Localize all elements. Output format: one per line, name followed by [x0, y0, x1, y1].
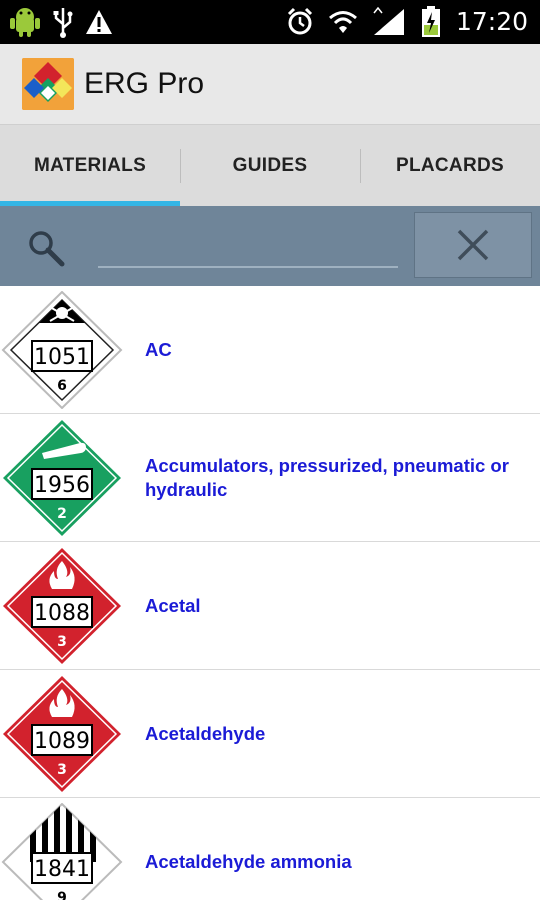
materials-list: 1051 6 AC 1956 2 Accumulators, pressuriz… — [0, 286, 540, 900]
material-name[interactable]: Acetal — [145, 542, 520, 669]
placard-class: 2 — [57, 506, 67, 522]
status-left-icons — [8, 6, 114, 38]
placard-class: 9 — [57, 890, 67, 900]
list-item[interactable]: 1089 3 Acetaldehyde — [0, 670, 540, 798]
list-item[interactable]: 1956 2 Accumulators, pressurized, pneuma… — [0, 414, 540, 542]
action-bar: ERG Pro — [0, 44, 540, 124]
tab-bar: MATERIALS GUIDES PLACARDS — [0, 124, 540, 207]
material-name[interactable]: Acetaldehyde — [145, 670, 520, 797]
material-name[interactable]: Accumulators, pressurized, pneumatic or … — [145, 414, 520, 541]
flame-icon: 1089 3 — [3, 676, 121, 792]
material-name[interactable]: Acetaldehyde ammonia — [145, 798, 520, 900]
tab-materials[interactable]: MATERIALS — [0, 125, 180, 207]
placard-class: 6 — [57, 378, 67, 394]
placard-number: 1088 — [34, 601, 90, 626]
search-input[interactable] — [98, 228, 398, 268]
usb-icon — [53, 8, 73, 38]
list-item[interactable]: 1841 9 Acetaldehyde ammonia — [0, 798, 540, 900]
search-icon — [29, 231, 65, 267]
skull-crossbones-icon: 1051 6 — [1, 291, 123, 409]
tab-placards[interactable]: PLACARDS — [360, 125, 540, 207]
alarm-icon — [287, 7, 313, 35]
placard-number: 1051 — [34, 345, 90, 370]
placard-class: 3 — [57, 634, 67, 650]
placard-number: 1841 — [34, 857, 90, 882]
gas-cylinder-icon: 1956 2 — [3, 420, 121, 536]
android-debug-icon — [10, 8, 40, 37]
list-item[interactable]: 1088 3 Acetal — [0, 542, 540, 670]
class9-stripes-icon: 1841 9 — [1, 803, 123, 900]
placard-class: 3 — [57, 762, 67, 778]
app-title: ERG Pro — [84, 67, 205, 100]
status-time: 17:20 — [455, 7, 528, 36]
flame-icon: 1088 3 — [3, 548, 121, 664]
close-icon — [457, 229, 489, 261]
material-name[interactable]: AC — [145, 286, 520, 413]
list-item[interactable]: 1051 6 AC — [0, 286, 540, 414]
erg-app-logo-icon[interactable] — [22, 58, 74, 110]
placard-number: 1089 — [34, 729, 90, 754]
battery-charging-icon — [421, 6, 440, 37]
status-bar: 17:20 — [0, 0, 540, 44]
warning-icon — [86, 10, 112, 34]
signal-icon — [373, 7, 404, 35]
tab-guides[interactable]: GUIDES — [180, 125, 360, 207]
clear-search-button[interactable] — [414, 212, 532, 278]
placard-number: 1956 — [34, 473, 90, 498]
status-right-icons: 17:20 — [286, 6, 528, 38]
wifi-icon — [328, 11, 357, 33]
